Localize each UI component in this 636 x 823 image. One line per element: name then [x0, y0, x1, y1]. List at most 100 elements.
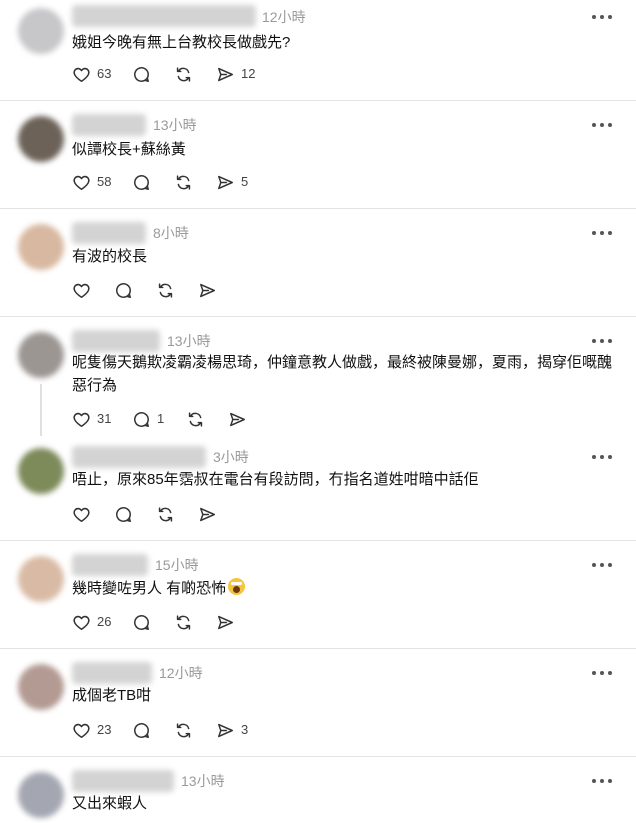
- comment-text: 娥姐今晚有無上台教校長做戲先?: [72, 34, 291, 51]
- username-blurred[interactable]: [72, 446, 206, 468]
- send-icon: [216, 65, 235, 84]
- reply-button[interactable]: [132, 63, 151, 85]
- more-options-button[interactable]: [592, 449, 614, 465]
- repost-button[interactable]: [174, 63, 193, 85]
- divider: [0, 648, 636, 649]
- heart-icon: [72, 173, 91, 192]
- reply-button[interactable]: [114, 279, 133, 301]
- comment-bubble-icon: [132, 173, 151, 192]
- timestamp: 12小時: [262, 9, 306, 25]
- reply-button[interactable]: 1: [132, 408, 164, 430]
- heart-icon: [72, 721, 91, 740]
- like-button[interactable]: 58: [72, 171, 111, 193]
- timestamp: 15小時: [155, 557, 199, 573]
- comment-bubble-icon: [114, 505, 133, 524]
- username-blurred[interactable]: [72, 554, 148, 576]
- comments-feed: 12小時 娥姐今晚有無上台教校長做戲先? 63 12 13小時 似譚校長+蘇絲黃…: [0, 0, 636, 823]
- like-button[interactable]: 31: [72, 408, 111, 430]
- share-button[interactable]: 12: [216, 63, 255, 85]
- repost-icon: [174, 173, 193, 192]
- repost-button[interactable]: [174, 719, 193, 741]
- repost-icon: [156, 505, 175, 524]
- username-blurred[interactable]: [72, 222, 146, 244]
- share-button[interactable]: 3: [216, 719, 248, 741]
- send-icon: [216, 721, 235, 740]
- like-button[interactable]: 26: [72, 611, 111, 633]
- heart-icon: [72, 281, 91, 300]
- like-count: 58: [97, 174, 112, 189]
- share-button[interactable]: [198, 503, 217, 525]
- more-options-button[interactable]: [592, 333, 614, 349]
- like-button[interactable]: 23: [72, 719, 111, 741]
- thread-connector: [40, 384, 42, 436]
- divider: [0, 100, 636, 101]
- more-options-button[interactable]: [592, 557, 614, 573]
- avatar[interactable]: [18, 332, 64, 378]
- timestamp: 12小時: [159, 665, 203, 681]
- send-icon: [198, 505, 217, 524]
- more-options-button[interactable]: [592, 225, 614, 241]
- more-options-button[interactable]: [592, 117, 614, 133]
- like-count: 63: [97, 66, 112, 81]
- send-icon: [216, 613, 235, 632]
- like-button[interactable]: [72, 279, 91, 301]
- avatar[interactable]: [18, 664, 64, 710]
- heart-icon: [72, 65, 91, 84]
- comment-text: 成個老TB咁: [72, 687, 152, 704]
- repost-button[interactable]: [174, 611, 193, 633]
- send-icon: [216, 173, 235, 192]
- send-icon: [228, 410, 247, 429]
- repost-button[interactable]: [156, 503, 175, 525]
- username-blurred[interactable]: [72, 114, 146, 136]
- comment-text: 又出來蝦人: [72, 795, 148, 812]
- username-blurred[interactable]: [72, 770, 174, 792]
- share-button[interactable]: [228, 408, 247, 430]
- more-options-button[interactable]: [592, 9, 614, 25]
- heart-icon: [72, 613, 91, 632]
- like-button[interactable]: [72, 503, 91, 525]
- reply-button[interactable]: [132, 171, 151, 193]
- comment-text-content: 幾時變咗男人 有啲恐怖: [72, 580, 227, 597]
- comment-bubble-icon: [132, 721, 151, 740]
- avatar[interactable]: [18, 556, 64, 602]
- repost-icon: [186, 410, 205, 429]
- repost-icon: [156, 281, 175, 300]
- comment-text: 有波的校長: [72, 248, 148, 265]
- more-options-button[interactable]: [592, 773, 614, 789]
- repost-icon: [174, 613, 193, 632]
- repost-button[interactable]: [156, 279, 175, 301]
- repost-icon: [174, 65, 193, 84]
- repost-button[interactable]: [174, 171, 193, 193]
- reply-button[interactable]: [132, 719, 151, 741]
- repost-button[interactable]: [186, 408, 205, 430]
- timestamp: 13小時: [153, 117, 197, 133]
- heart-icon: [72, 505, 91, 524]
- avatar[interactable]: [18, 224, 64, 270]
- heart-icon: [72, 410, 91, 429]
- like-button[interactable]: 63: [72, 63, 111, 85]
- username-blurred[interactable]: [72, 5, 256, 27]
- timestamp: 8小時: [153, 225, 189, 241]
- divider: [0, 756, 636, 757]
- reply-button[interactable]: [132, 611, 151, 633]
- share-button[interactable]: [216, 611, 235, 633]
- timestamp: 13小時: [181, 773, 225, 789]
- more-options-button[interactable]: [592, 665, 614, 681]
- like-count: 23: [97, 722, 112, 737]
- comment-text: 呢隻傷天鵝欺凌霸凌楊思琦，仲鐘意教人做戲，最終被陳曼娜，夏雨，揭穿佢嘅醜惡行為: [72, 354, 613, 394]
- like-count: 31: [97, 411, 112, 426]
- share-count: 5: [241, 174, 249, 189]
- screaming-face-emoji: [228, 578, 246, 595]
- avatar[interactable]: [18, 116, 64, 162]
- share-button[interactable]: 5: [216, 171, 248, 193]
- avatar[interactable]: [18, 772, 64, 818]
- avatar[interactable]: [18, 8, 64, 54]
- avatar[interactable]: [18, 448, 64, 494]
- reply-button[interactable]: [114, 503, 133, 525]
- share-button[interactable]: [198, 279, 217, 301]
- send-icon: [198, 281, 217, 300]
- username-blurred[interactable]: [72, 330, 160, 352]
- comment-bubble-icon: [132, 410, 151, 429]
- username-blurred[interactable]: [72, 662, 152, 684]
- comment-text: 幾時變咗男人 有啲恐怖: [72, 577, 617, 600]
